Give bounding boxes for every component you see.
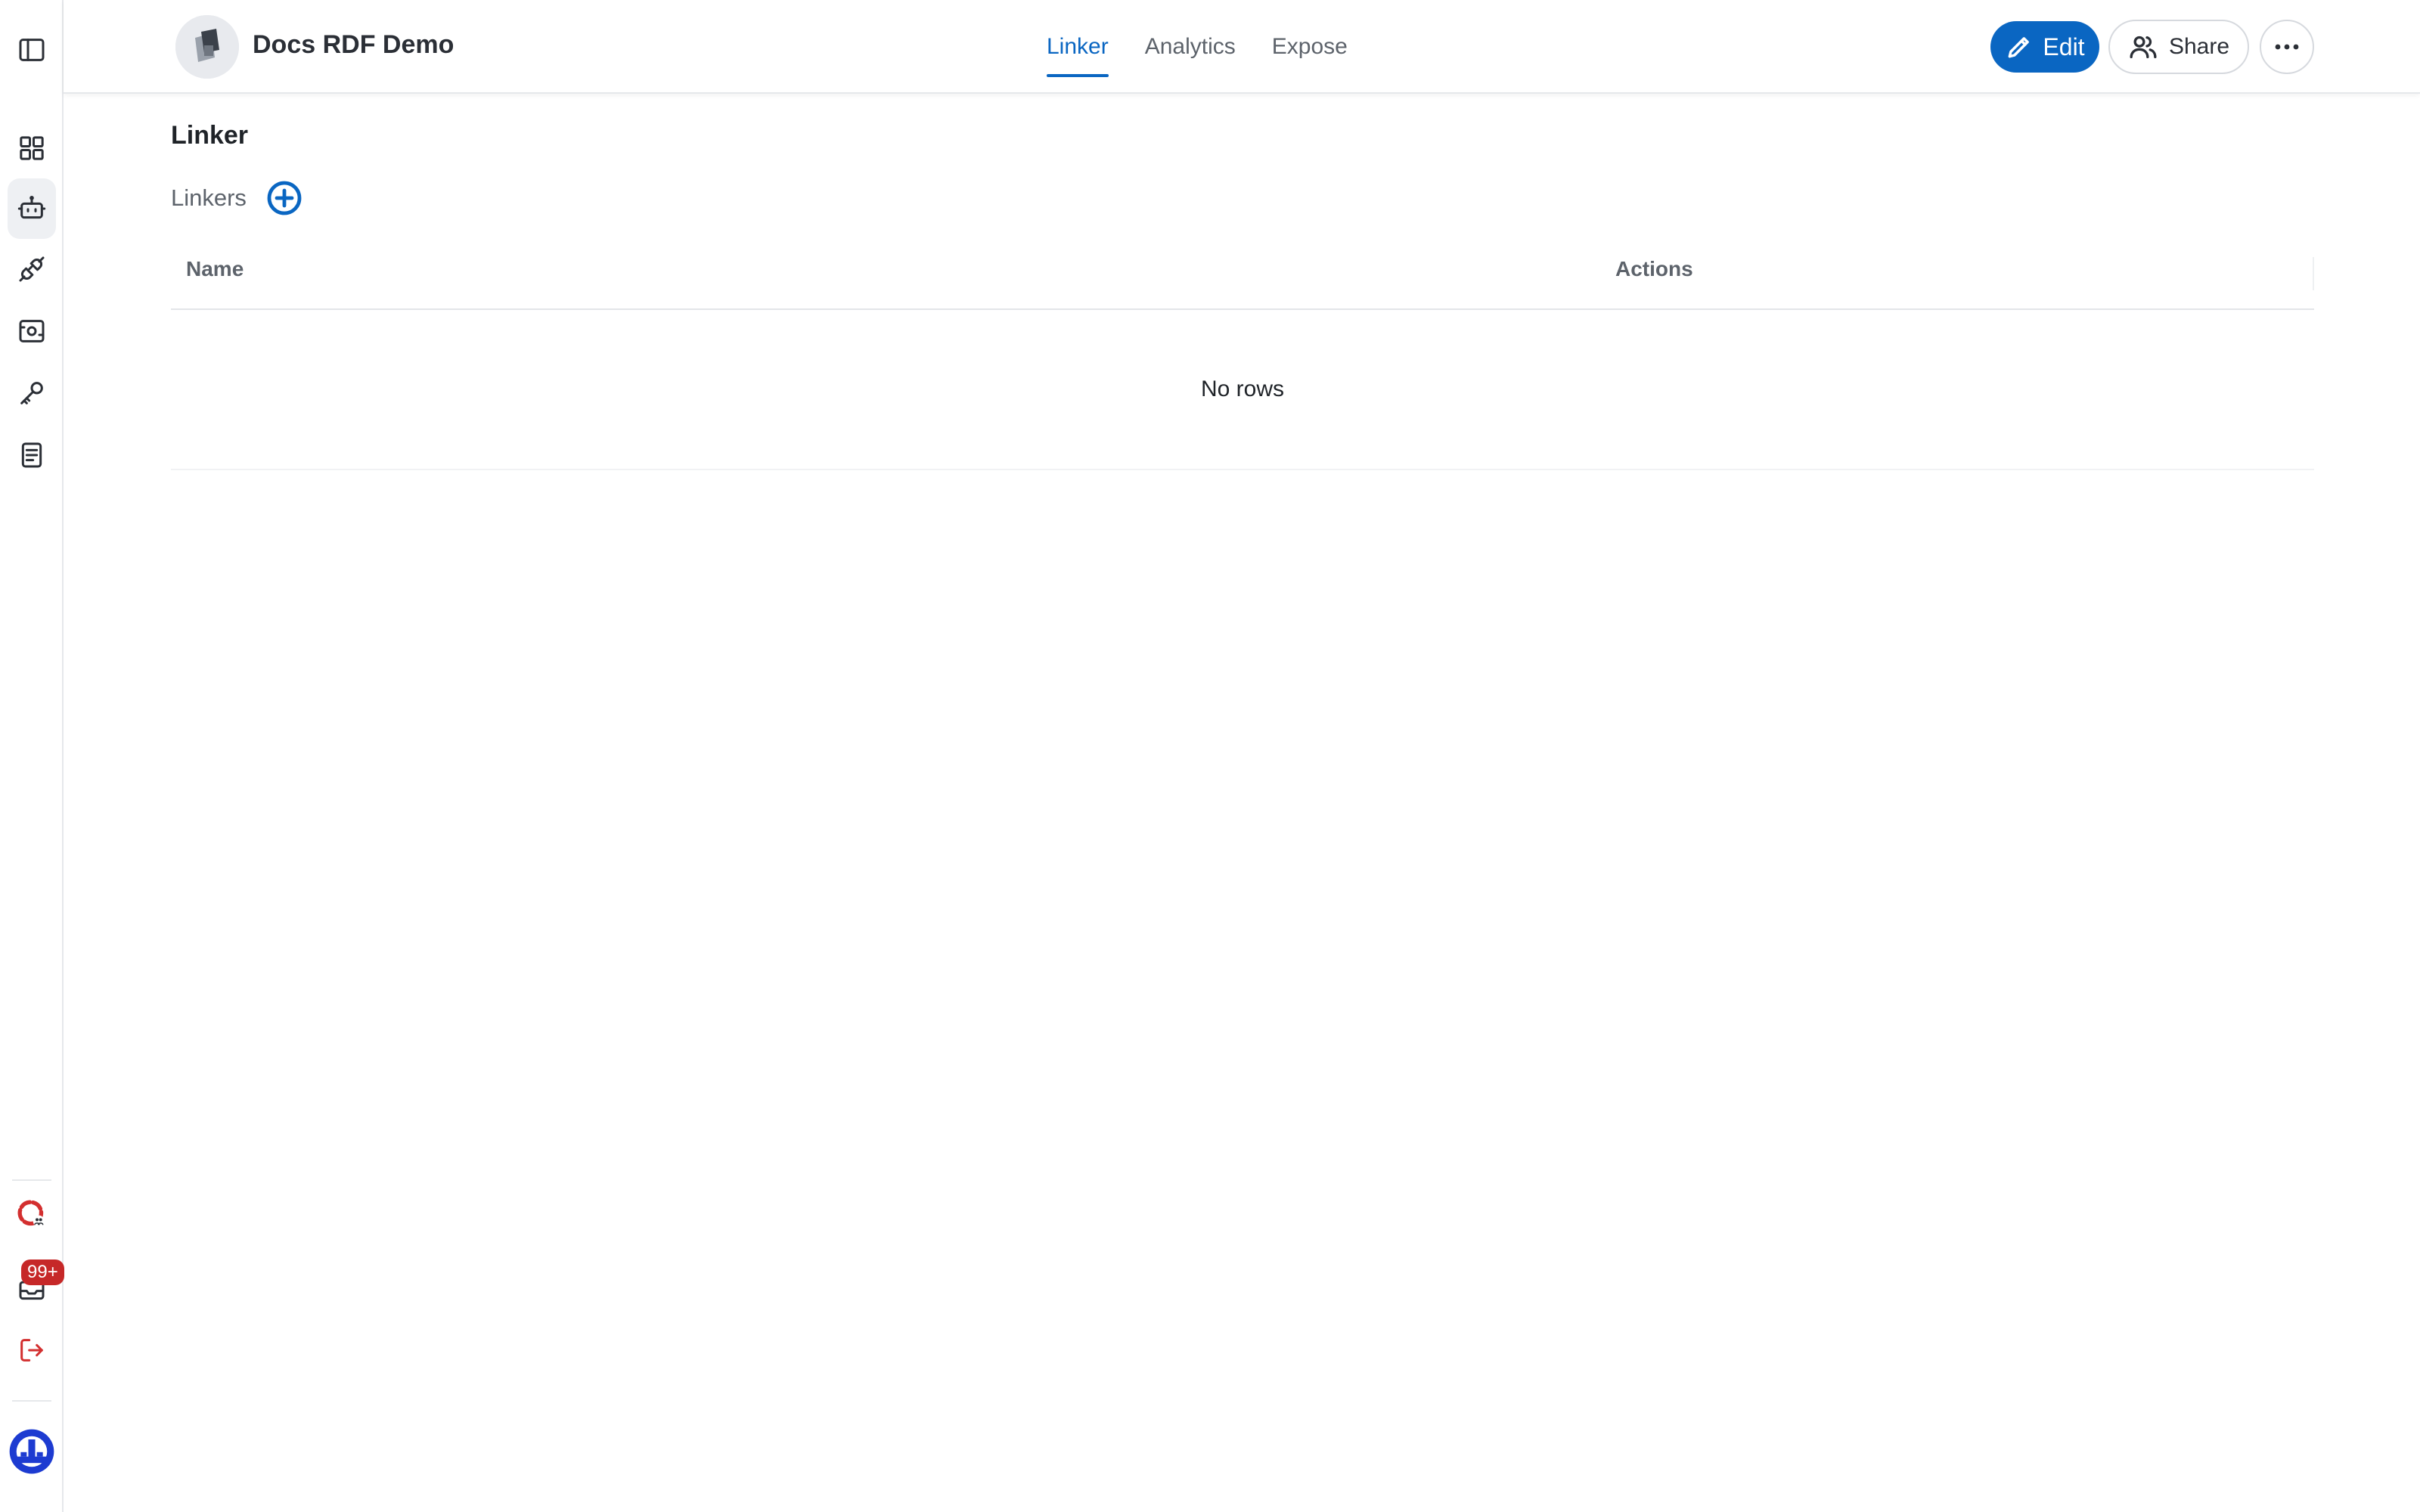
column-header-name[interactable]: Name — [186, 257, 244, 281]
share-button[interactable]: Share — [2108, 20, 2249, 74]
empty-state-text: No rows — [1200, 376, 1285, 401]
section-label: Linkers — [171, 184, 247, 211]
column-header-actions[interactable]: Actions — [1615, 257, 1693, 281]
plug-icon — [19, 256, 45, 282]
logout-button[interactable] — [8, 1320, 56, 1380]
lifebuoy-team-icon — [17, 1200, 45, 1227]
nav-keys[interactable] — [8, 363, 56, 423]
users-icon — [2130, 36, 2157, 59]
user-avatar — [9, 1429, 54, 1474]
tab-expose[interactable]: Expose — [1272, 0, 1348, 94]
key-icon — [20, 382, 43, 404]
tab-analytics[interactable]: Analytics — [1145, 0, 1236, 94]
nav-dashboard[interactable] — [8, 118, 56, 178]
tab-bar: Linker Analytics Expose — [1047, 0, 1348, 94]
more-options-button[interactable] — [2260, 20, 2314, 74]
notification-badge: 99+ — [21, 1259, 64, 1285]
support-button[interactable] — [8, 1184, 56, 1244]
rail-divider — [12, 1400, 51, 1402]
share-button-label: Share — [2168, 34, 2230, 59]
nav-scan[interactable] — [8, 301, 56, 361]
left-rail: 99+ — [0, 0, 64, 1512]
nav-docs[interactable] — [8, 425, 56, 485]
more-horizontal-icon — [2275, 44, 2299, 50]
pencil-icon — [2009, 37, 2030, 58]
edit-button-label: Edit — [2043, 33, 2085, 60]
bot-icon — [17, 196, 46, 219]
user-avatar-button[interactable] — [8, 1421, 56, 1482]
rail-divider — [12, 1179, 51, 1181]
plus-circle-icon — [267, 181, 302, 215]
dashboard-icon — [20, 136, 44, 160]
section-header: Linkers — [171, 180, 302, 216]
top-header: Docs RDF Demo Linker Analytics Expose Ed… — [64, 0, 2420, 94]
app-title: Docs RDF Demo — [253, 30, 455, 59]
app-logo — [175, 15, 239, 79]
document-icon — [21, 442, 42, 468]
scan-icon — [19, 320, 45, 342]
table-header: Name Actions — [171, 234, 2314, 310]
tab-linker[interactable]: Linker — [1047, 0, 1109, 94]
column-separator — [2313, 257, 2314, 290]
edit-button[interactable]: Edit — [1990, 21, 2099, 73]
add-linker-button[interactable] — [266, 180, 302, 216]
nav-bots[interactable] — [8, 178, 56, 239]
app-logo-icon — [175, 15, 239, 79]
nav-connections[interactable] — [8, 239, 56, 299]
logout-icon — [20, 1339, 43, 1362]
linkers-table: Name Actions No rows — [171, 234, 2314, 470]
sidebar-toggle-button[interactable] — [8, 20, 56, 80]
page-title: Linker — [171, 121, 249, 150]
sidebar-toggle-icon — [19, 39, 45, 61]
app-root: 99+ Docs RDF Demo Linker Analytics Expos… — [0, 0, 2420, 1512]
